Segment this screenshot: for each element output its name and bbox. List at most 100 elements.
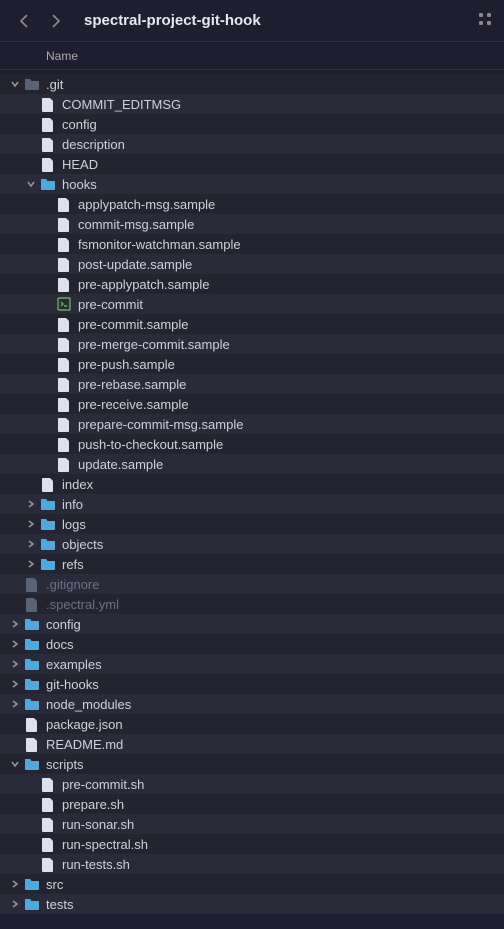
file-row[interactable]: pre-commit: [0, 294, 504, 314]
file-label: docs: [46, 637, 73, 652]
chevron-right-icon[interactable]: [24, 517, 38, 531]
column-header-name[interactable]: Name: [0, 42, 504, 70]
chevron-right-icon[interactable]: [24, 497, 38, 511]
file-label: pre-commit.sh: [62, 777, 144, 792]
forward-button[interactable]: [44, 9, 68, 33]
file-icon: [56, 216, 72, 232]
chevron-placeholder: [40, 417, 54, 431]
file-row[interactable]: pre-push.sample: [0, 354, 504, 374]
file-icon: [24, 596, 40, 612]
chevron-right-icon[interactable]: [8, 617, 22, 631]
file-row[interactable]: pre-receive.sample: [0, 394, 504, 414]
file-row[interactable]: objects: [0, 534, 504, 554]
file-label: node_modules: [46, 697, 131, 712]
file-icon: [40, 96, 56, 112]
file-icon: [56, 396, 72, 412]
folder-icon: [24, 696, 40, 712]
grid-icon: [478, 12, 492, 26]
file-row[interactable]: commit-msg.sample: [0, 214, 504, 234]
file-row[interactable]: git-hooks: [0, 674, 504, 694]
file-row[interactable]: package.json: [0, 714, 504, 734]
file-row[interactable]: config: [0, 114, 504, 134]
file-row[interactable]: run-sonar.sh: [0, 814, 504, 834]
chevron-down-icon[interactable]: [8, 757, 22, 771]
chevron-placeholder: [40, 337, 54, 351]
file-row[interactable]: tests: [0, 894, 504, 914]
file-label: hooks: [62, 177, 97, 192]
file-row[interactable]: .git: [0, 74, 504, 94]
chevron-right-icon[interactable]: [8, 677, 22, 691]
chevron-placeholder: [40, 257, 54, 271]
chevron-placeholder: [40, 437, 54, 451]
file-label: info: [62, 497, 83, 512]
file-row[interactable]: node_modules: [0, 694, 504, 714]
file-row[interactable]: pre-commit.sh: [0, 774, 504, 794]
file-row[interactable]: run-tests.sh: [0, 854, 504, 874]
chevron-placeholder: [24, 157, 38, 171]
file-row[interactable]: prepare.sh: [0, 794, 504, 814]
chevron-right-icon[interactable]: [8, 877, 22, 891]
view-options-button[interactable]: [478, 12, 492, 29]
file-row[interactable]: description: [0, 134, 504, 154]
file-row[interactable]: info: [0, 494, 504, 514]
file-icon: [40, 816, 56, 832]
file-icon: [56, 316, 72, 332]
folder-icon: [40, 176, 56, 192]
folder-icon: [40, 536, 56, 552]
file-row[interactable]: pre-rebase.sample: [0, 374, 504, 394]
file-row[interactable]: .gitignore: [0, 574, 504, 594]
file-row[interactable]: .spectral.yml: [0, 594, 504, 614]
file-row[interactable]: README.md: [0, 734, 504, 754]
file-row[interactable]: examples: [0, 654, 504, 674]
file-row[interactable]: logs: [0, 514, 504, 534]
chevron-placeholder: [40, 357, 54, 371]
file-row[interactable]: post-update.sample: [0, 254, 504, 274]
file-row[interactable]: fsmonitor-watchman.sample: [0, 234, 504, 254]
chevron-right-icon[interactable]: [24, 537, 38, 551]
file-row[interactable]: pre-merge-commit.sample: [0, 334, 504, 354]
file-label: commit-msg.sample: [78, 217, 194, 232]
file-label: scripts: [46, 757, 84, 772]
folder-icon: [24, 896, 40, 912]
file-row[interactable]: pre-commit.sample: [0, 314, 504, 334]
chevron-placeholder: [40, 197, 54, 211]
file-row[interactable]: run-spectral.sh: [0, 834, 504, 854]
file-label: pre-commit: [78, 297, 143, 312]
file-row[interactable]: update.sample: [0, 454, 504, 474]
file-label: pre-rebase.sample: [78, 377, 186, 392]
file-row[interactable]: src: [0, 874, 504, 894]
folder-icon: [24, 656, 40, 672]
chevron-down-icon[interactable]: [24, 177, 38, 191]
folder-icon: [40, 496, 56, 512]
chevron-right-icon[interactable]: [8, 657, 22, 671]
file-label: pre-merge-commit.sample: [78, 337, 230, 352]
file-row[interactable]: applypatch-msg.sample: [0, 194, 504, 214]
file-row[interactable]: COMMIT_EDITMSG: [0, 94, 504, 114]
file-icon: [56, 196, 72, 212]
chevron-placeholder: [40, 397, 54, 411]
folder-icon: [40, 516, 56, 532]
chevron-right-icon[interactable]: [8, 697, 22, 711]
file-row[interactable]: HEAD: [0, 154, 504, 174]
file-row[interactable]: push-to-checkout.sample: [0, 434, 504, 454]
file-row[interactable]: refs: [0, 554, 504, 574]
chevron-right-icon[interactable]: [8, 897, 22, 911]
back-button[interactable]: [12, 9, 36, 33]
header: spectral-project-git-hook: [0, 0, 504, 42]
file-label: package.json: [46, 717, 123, 732]
chevron-placeholder: [24, 477, 38, 491]
file-row[interactable]: prepare-commit-msg.sample: [0, 414, 504, 434]
file-row[interactable]: hooks: [0, 174, 504, 194]
folder-icon: [24, 636, 40, 652]
file-row[interactable]: config: [0, 614, 504, 634]
file-label: fsmonitor-watchman.sample: [78, 237, 241, 252]
file-row[interactable]: index: [0, 474, 504, 494]
chevron-right-icon[interactable]: [24, 557, 38, 571]
file-row[interactable]: docs: [0, 634, 504, 654]
exec-icon: [56, 296, 72, 312]
chevron-down-icon[interactable]: [8, 77, 22, 91]
folder-icon: [40, 556, 56, 572]
chevron-right-icon[interactable]: [8, 637, 22, 651]
file-row[interactable]: pre-applypatch.sample: [0, 274, 504, 294]
file-row[interactable]: scripts: [0, 754, 504, 774]
